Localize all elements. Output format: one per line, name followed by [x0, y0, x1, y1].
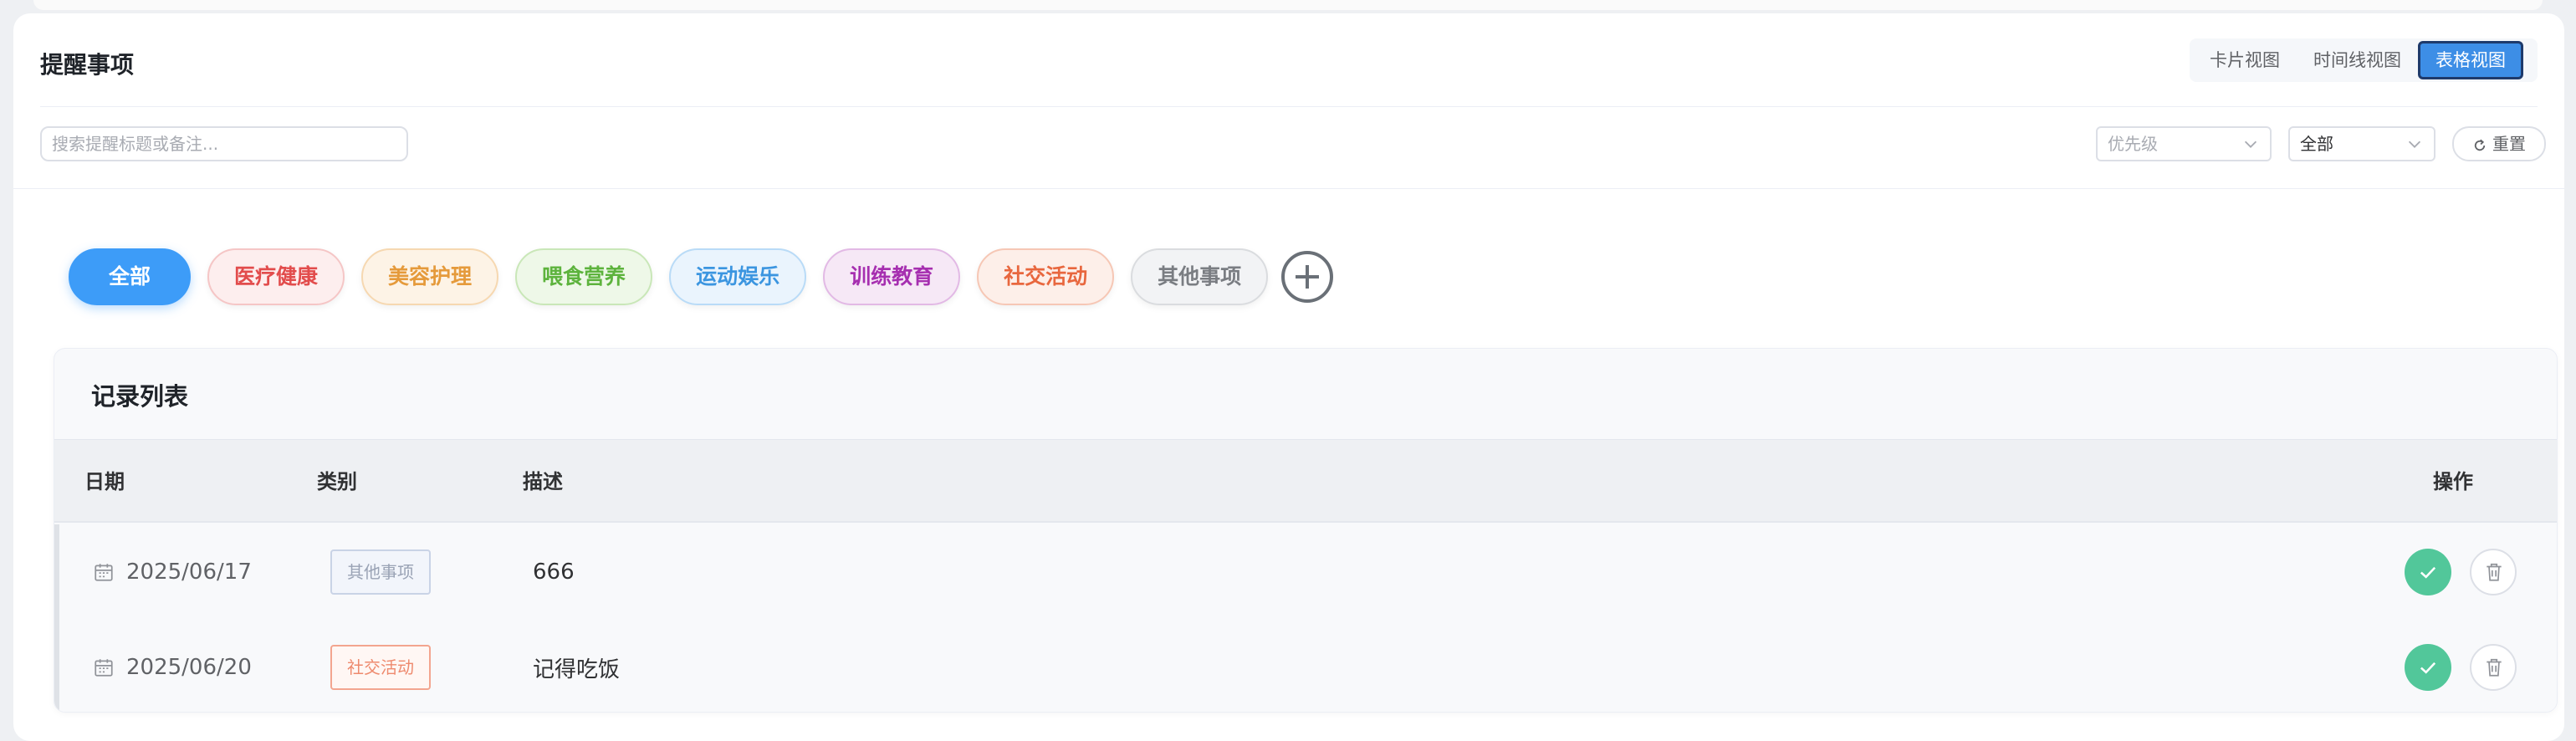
- category-chip-beauty[interactable]: 美容护理: [361, 248, 499, 305]
- category-chip-all[interactable]: 全部: [69, 248, 192, 305]
- category-chip-medical[interactable]: 医疗健康: [207, 248, 345, 305]
- reminders-panel: 提醒事项 卡片视图 时间线视图 表格视图 优先级 全部 重置 全部 医疗健康 美…: [13, 13, 2564, 741]
- chevron-down-icon: [2244, 141, 2257, 148]
- check-icon: [2420, 662, 2436, 674]
- background-ghost-card: [33, 0, 2543, 10]
- complete-button[interactable]: [2405, 549, 2451, 595]
- actions-cell: [2405, 620, 2517, 712]
- actions-cell: [2405, 524, 2517, 620]
- category-tag: 其他事项: [330, 549, 431, 595]
- category-chip-feeding[interactable]: 喂食营养: [515, 248, 653, 305]
- delete-button[interactable]: [2470, 644, 2517, 691]
- header-divider: [40, 106, 2538, 107]
- category-tag: 社交活动: [330, 645, 431, 690]
- priority-select[interactable]: 优先级: [2096, 126, 2272, 161]
- card-view-button[interactable]: 卡片视图: [2193, 41, 2297, 79]
- date-cell: 2025/06/20: [93, 620, 252, 712]
- complete-button[interactable]: [2405, 644, 2451, 691]
- date-text: 2025/06/20: [126, 655, 252, 680]
- column-header-date: 日期: [84, 470, 125, 493]
- category-chip-social[interactable]: 社交活动: [977, 248, 1115, 305]
- table-header: 日期 类别 描述 操作: [54, 439, 2557, 523]
- table-view-button[interactable]: 表格视图: [2418, 41, 2523, 79]
- page-title: 提醒事项: [40, 51, 135, 79]
- trash-icon: [2487, 658, 2502, 677]
- category-cell: 其他事项: [330, 524, 431, 620]
- refresh-icon: [2474, 139, 2486, 151]
- column-header-category: 类别: [317, 470, 357, 493]
- category-chip-training[interactable]: 训练教育: [823, 248, 961, 305]
- column-header-description: 描述: [523, 470, 563, 493]
- trash-icon: [2487, 563, 2502, 581]
- category-chips: 全部 医疗健康 美容护理 喂食营养 运动娱乐 训练教育 社交活动 其他事项: [69, 246, 1334, 308]
- table-row: 2025/06/17 其他事项 666: [54, 524, 2557, 620]
- description-cell: 记得吃饭: [533, 657, 621, 682]
- view-switcher: 卡片视图 时间线视图 表格视图: [2190, 38, 2538, 82]
- category-chip-other[interactable]: 其他事项: [1131, 248, 1269, 305]
- reset-button[interactable]: 重置: [2452, 126, 2546, 161]
- add-category-button[interactable]: [1281, 251, 1334, 303]
- records-title: 记录列表: [91, 382, 189, 411]
- category-cell: 社交活动: [330, 620, 431, 712]
- check-icon: [2420, 566, 2436, 579]
- search-input[interactable]: [40, 126, 408, 161]
- date-cell: 2025/06/17: [93, 524, 252, 620]
- filter-divider: [13, 188, 2564, 189]
- category-chip-sport[interactable]: 运动娱乐: [669, 248, 807, 305]
- status-select-value: 全部: [2300, 134, 2333, 154]
- delete-button[interactable]: [2470, 549, 2517, 595]
- status-select[interactable]: 全部: [2288, 126, 2435, 161]
- reset-label: 重置: [2492, 134, 2526, 154]
- chevron-down-icon: [2408, 141, 2421, 148]
- background-strip: [0, 0, 2576, 13]
- description-cell: 666: [533, 560, 575, 585]
- column-header-actions: 操作: [2433, 470, 2473, 493]
- calendar-icon: [95, 659, 113, 677]
- date-text: 2025/06/17: [126, 560, 252, 585]
- table-row: 2025/06/20 社交活动 记得吃饭: [54, 620, 2557, 712]
- records-table: 记录列表 日期 类别 描述 操作 2025/06/17 其他事项 666 202…: [54, 348, 2558, 713]
- priority-select-placeholder: 优先级: [2108, 134, 2158, 154]
- calendar-icon: [95, 564, 113, 581]
- timeline-view-button[interactable]: 时间线视图: [2297, 41, 2418, 79]
